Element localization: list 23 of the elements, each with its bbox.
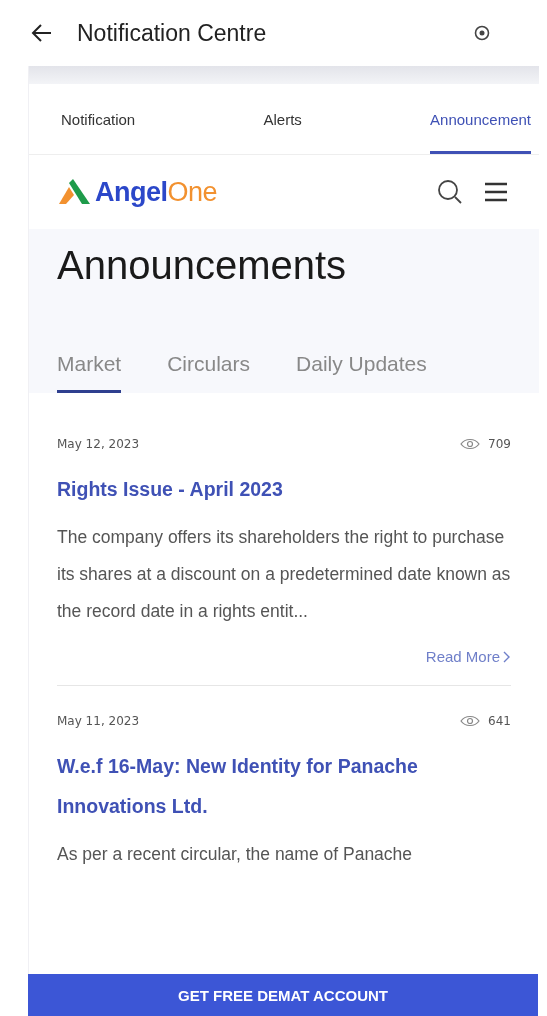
tab[interactable]: Notification bbox=[61, 84, 136, 154]
eye-icon bbox=[460, 715, 481, 727]
view-count: 709 bbox=[488, 437, 511, 451]
article-title[interactable]: W.e.f 16-May: New Identity for Panache Innovations Ltd. bbox=[57, 746, 511, 826]
section-heading: Announcements bbox=[57, 243, 348, 288]
article-title[interactable]: Rights Issue - April 2023 bbox=[57, 469, 511, 509]
back-icon[interactable] bbox=[31, 22, 53, 44]
read-more-link[interactable]: Read More bbox=[425, 648, 511, 665]
tab[interactable]: Announcement bbox=[430, 84, 531, 154]
article-summary: The company offers its shareholders the right to purchase its shares at a discount on a predetermined date known as the record date in a rights entit... bbox=[57, 526, 511, 623]
article-date: May 12, 2023 bbox=[57, 437, 140, 451]
logo-text: AngelOne bbox=[95, 176, 218, 208]
chevron-icon bbox=[503, 650, 511, 663]
target-icon[interactable] bbox=[474, 25, 490, 41]
search-icon[interactable] bbox=[437, 179, 463, 205]
demat-account-button[interactable]: GET FREE DEMAT ACCOUNT bbox=[28, 974, 538, 1016]
logo-icon bbox=[57, 179, 91, 205]
article-summary: As per a recent circular, the name of Panache bbox=[57, 843, 414, 866]
page-title: Notification Centre bbox=[77, 19, 268, 47]
view-count: 641 bbox=[488, 714, 511, 728]
tab[interactable]: Alerts bbox=[263, 84, 302, 154]
article-date: May 11, 2023 bbox=[57, 714, 140, 728]
eye-icon bbox=[460, 438, 481, 450]
